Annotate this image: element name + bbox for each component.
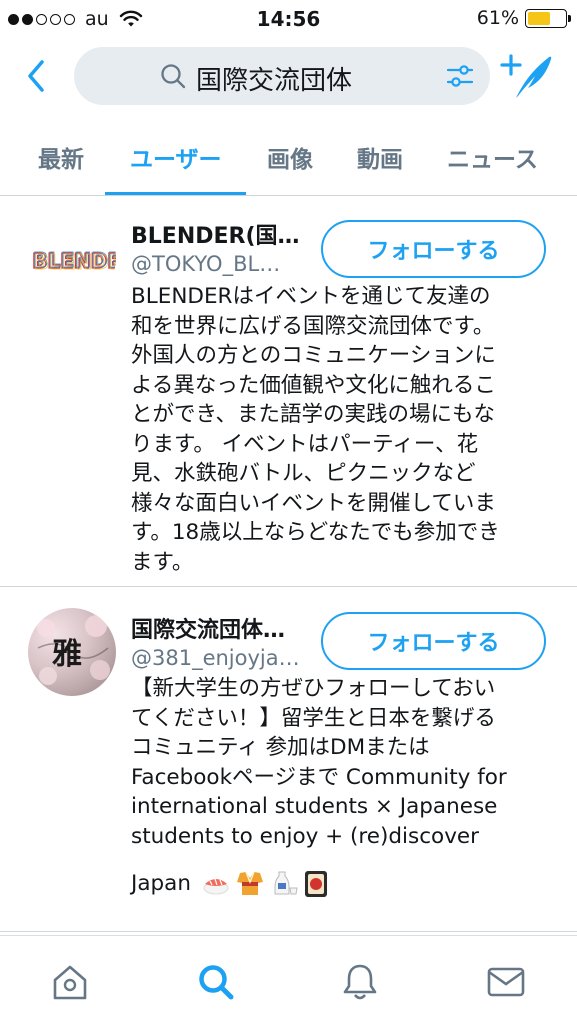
tab-users[interactable]: ユーザー bbox=[130, 140, 222, 174]
follow-button[interactable]: フォローする bbox=[321, 612, 546, 670]
user-handle: @TOKYO_BL… bbox=[131, 252, 281, 276]
user-handle: @381_enjoyja… bbox=[131, 646, 300, 670]
bio-line: ます。 bbox=[131, 549, 194, 575]
bio-line: 和を世界に広げる国際交流団体です。 bbox=[131, 313, 495, 339]
bio-line: 【新大学生の方ぜひフォローしておい bbox=[131, 676, 496, 701]
bio-line: コミュニティ 参加はDMまたは bbox=[131, 735, 430, 760]
search-tabs: 最新 ユーザー 画像 動画 ニュース bbox=[0, 114, 577, 196]
tab-latest[interactable]: 最新 bbox=[38, 140, 84, 174]
bio-line: よる異なった価値観や文化に触れるこ bbox=[131, 372, 496, 398]
avatar-kanji: 雅 bbox=[52, 637, 82, 672]
tab-news[interactable]: ニュース bbox=[447, 140, 538, 174]
search-icon bbox=[199, 965, 234, 1000]
cherry-blossom-avatar: 雅 bbox=[37, 615, 110, 685]
bio-line: とができ、また語学の実践の場にもな bbox=[131, 402, 495, 427]
user-result-item[interactable]: BLENDER BLENDER BLENDER BLENDER(国… @TOKY… bbox=[0, 196, 577, 587]
active-tab-indicator bbox=[105, 192, 246, 195]
search-icon bbox=[161, 64, 186, 89]
nav-home[interactable] bbox=[50, 962, 90, 1002]
svg-text:BLENDER: BLENDER bbox=[34, 250, 116, 274]
compose-tweet-button[interactable] bbox=[500, 50, 556, 102]
status-bar: au 14:56 61% bbox=[0, 0, 577, 38]
tab-videos[interactable]: 動画 bbox=[357, 140, 403, 174]
bio-line: ります。 イベントはパーティー、花 bbox=[131, 431, 479, 457]
battery-percent: 61% bbox=[476, 7, 519, 29]
search-header: 国際交流団体 bbox=[0, 38, 577, 114]
kimono-icon bbox=[236, 871, 263, 895]
chevron-left-icon bbox=[28, 60, 44, 92]
sushi-icon bbox=[203, 878, 229, 895]
sake-icon bbox=[274, 871, 298, 895]
status-right: 61% bbox=[476, 7, 571, 29]
user-bio: 【新大学生の方ぜひフォローしておい てください！】留学生と日本を繋げる コミュニ… bbox=[131, 674, 547, 899]
messages-envelope-icon bbox=[487, 967, 525, 997]
hanafuda-icon bbox=[304, 871, 327, 897]
nav-messages[interactable] bbox=[486, 962, 526, 1002]
back-button[interactable] bbox=[22, 56, 52, 96]
bio-line: 見、水鉄砲バトル、ピクニックなど bbox=[131, 461, 476, 486]
blender-logo: BLENDER BLENDER BLENDER bbox=[31, 247, 116, 274]
home-icon bbox=[53, 965, 87, 1000]
battery-level bbox=[528, 11, 550, 25]
bio-line: てください！】留学生と日本を繋げる bbox=[131, 705, 496, 731]
user-display-name[interactable]: BLENDER(国… bbox=[131, 218, 300, 250]
avatar[interactable]: 雅 bbox=[28, 608, 116, 696]
user-display-name[interactable]: 国際交流団体… bbox=[131, 612, 285, 644]
bio-line-text: Japan bbox=[131, 871, 191, 896]
bio-line: students to enjoy + (re)discover bbox=[131, 823, 479, 849]
bio-line: Facebookページまで Community for bbox=[131, 764, 507, 790]
search-input[interactable]: 国際交流団体 bbox=[74, 47, 490, 105]
bio-line-with-emoji: Japan bbox=[131, 869, 547, 899]
emoji-row bbox=[202, 870, 328, 898]
tab-photos[interactable]: 画像 bbox=[267, 140, 313, 174]
follow-button[interactable]: フォローする bbox=[321, 220, 546, 278]
bottom-tab-bar bbox=[0, 935, 577, 1024]
user-bio: BLENDERはイベントを通じて友達の 和を世界に広げる国際交流団体です。 外国… bbox=[131, 282, 547, 577]
avatar[interactable]: BLENDER BLENDER BLENDER bbox=[28, 214, 116, 302]
nav-search[interactable] bbox=[196, 962, 236, 1002]
user-result-item[interactable]: 雅 国際交流団体… @381_enjoyja… フォローする 【新大学生の方ぜひ… bbox=[0, 588, 577, 932]
bio-line: BLENDERはイベントを通じて友達の bbox=[131, 284, 491, 309]
notifications-bell-icon bbox=[343, 964, 377, 1000]
bio-line: international students × Japanese bbox=[131, 794, 498, 819]
nav-notifications[interactable] bbox=[340, 962, 380, 1002]
bio-line: 様々な面白いイベントを開催していま bbox=[131, 490, 496, 516]
compose-feather-icon bbox=[500, 54, 552, 98]
bio-line: 外国人の方とのコミュニケーションに bbox=[131, 343, 496, 368]
filter-sliders-icon[interactable] bbox=[446, 64, 474, 88]
battery-icon bbox=[525, 8, 571, 28]
bio-line: す。18歳以上ならどなたでも参加でき bbox=[131, 520, 500, 545]
search-query: 国際交流団体 bbox=[196, 66, 353, 96]
